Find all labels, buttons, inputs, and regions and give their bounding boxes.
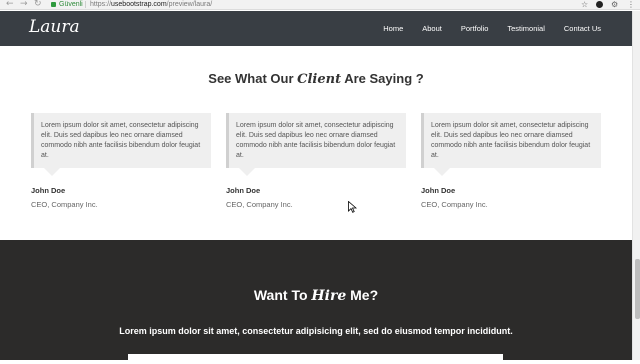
secure-label: Güvenli xyxy=(59,1,83,8)
nav-portfolio[interactable]: Portfolio xyxy=(461,24,489,33)
testimonial-quote: Lorem ipsum dolor sit amet, consectetur … xyxy=(421,113,601,176)
testimonial-author: John Doe xyxy=(31,186,66,195)
nav-testimonial[interactable]: Testimonial xyxy=(507,24,545,33)
testimonial-role: CEO, Company Inc. xyxy=(226,200,293,209)
heading-part: See What Our xyxy=(208,71,298,86)
testimonial-card: Lorem ipsum dolor sit amet, consectetur … xyxy=(226,113,406,209)
lock-icon xyxy=(51,2,56,7)
heading-part: Want To xyxy=(253,287,312,303)
browser-toolbar: ← → ↻ Güvenli https://usebootstrap.com/p… xyxy=(0,0,640,10)
nav-about[interactable]: About xyxy=(422,24,442,33)
heading-part: Me? xyxy=(346,287,379,303)
url-scheme: https:// xyxy=(90,1,112,8)
nav-home[interactable]: Home xyxy=(383,24,403,33)
heading-part: Are Saying ? xyxy=(341,71,424,86)
reload-icon[interactable]: ↻ xyxy=(34,0,42,9)
testimonial-card: Lorem ipsum dolor sit amet, consectetur … xyxy=(421,113,601,209)
testimonial-author: John Doe xyxy=(421,186,456,195)
testimonial-quote: Lorem ipsum dolor sit amet, consectetur … xyxy=(226,113,406,176)
mouse-cursor-icon xyxy=(348,201,357,213)
hire-section: Want To Hire Me? Lorem ipsum dolor sit a… xyxy=(0,240,632,364)
url-path: /preview/laura/ xyxy=(166,1,213,8)
address-bar[interactable]: https://usebootstrap.com/preview/laura/ xyxy=(90,0,212,9)
hire-input[interactable] xyxy=(128,354,503,364)
hire-description: Lorem ipsum dolor sit amet, consectetur … xyxy=(119,326,513,336)
site-logo[interactable]: Laura xyxy=(29,17,80,37)
scrollbar-thumb[interactable] xyxy=(635,259,640,319)
site-header: Laura Home About Portfolio Testimonial C… xyxy=(0,11,632,46)
url-host: usebootstrap.com xyxy=(111,1,167,8)
nav-contact[interactable]: Contact Us xyxy=(564,24,601,33)
settings-icon[interactable]: ⚙ xyxy=(611,0,618,9)
testimonial-role: CEO, Company Inc. xyxy=(31,200,98,209)
extension-dark-icon[interactable] xyxy=(596,1,603,8)
address-separator xyxy=(85,1,86,8)
arrow-right-icon[interactable]: → xyxy=(20,0,28,9)
testimonial-role: CEO, Company Inc. xyxy=(421,200,488,209)
arrow-left-icon[interactable]: ← xyxy=(6,0,14,9)
testimonial-card: Lorem ipsum dolor sit amet, consectetur … xyxy=(31,113,211,209)
menu-icon[interactable]: ⋮ xyxy=(627,0,635,9)
testimonial-author: John Doe xyxy=(226,186,261,195)
heading-script-word: Hire xyxy=(311,288,347,304)
main-nav: Home About Portfolio Testimonial Contact… xyxy=(364,11,601,46)
testimonial-quote: Lorem ipsum dolor sit amet, consectetur … xyxy=(31,113,211,176)
hire-heading: Want To Hire Me? xyxy=(0,287,632,304)
heading-script-word: Client xyxy=(297,72,342,87)
star-icon[interactable]: ☆ xyxy=(581,0,588,9)
testimonials-heading: See What Our Client Are Saying ? xyxy=(0,71,632,87)
page-scrollbar[interactable] xyxy=(632,11,640,360)
